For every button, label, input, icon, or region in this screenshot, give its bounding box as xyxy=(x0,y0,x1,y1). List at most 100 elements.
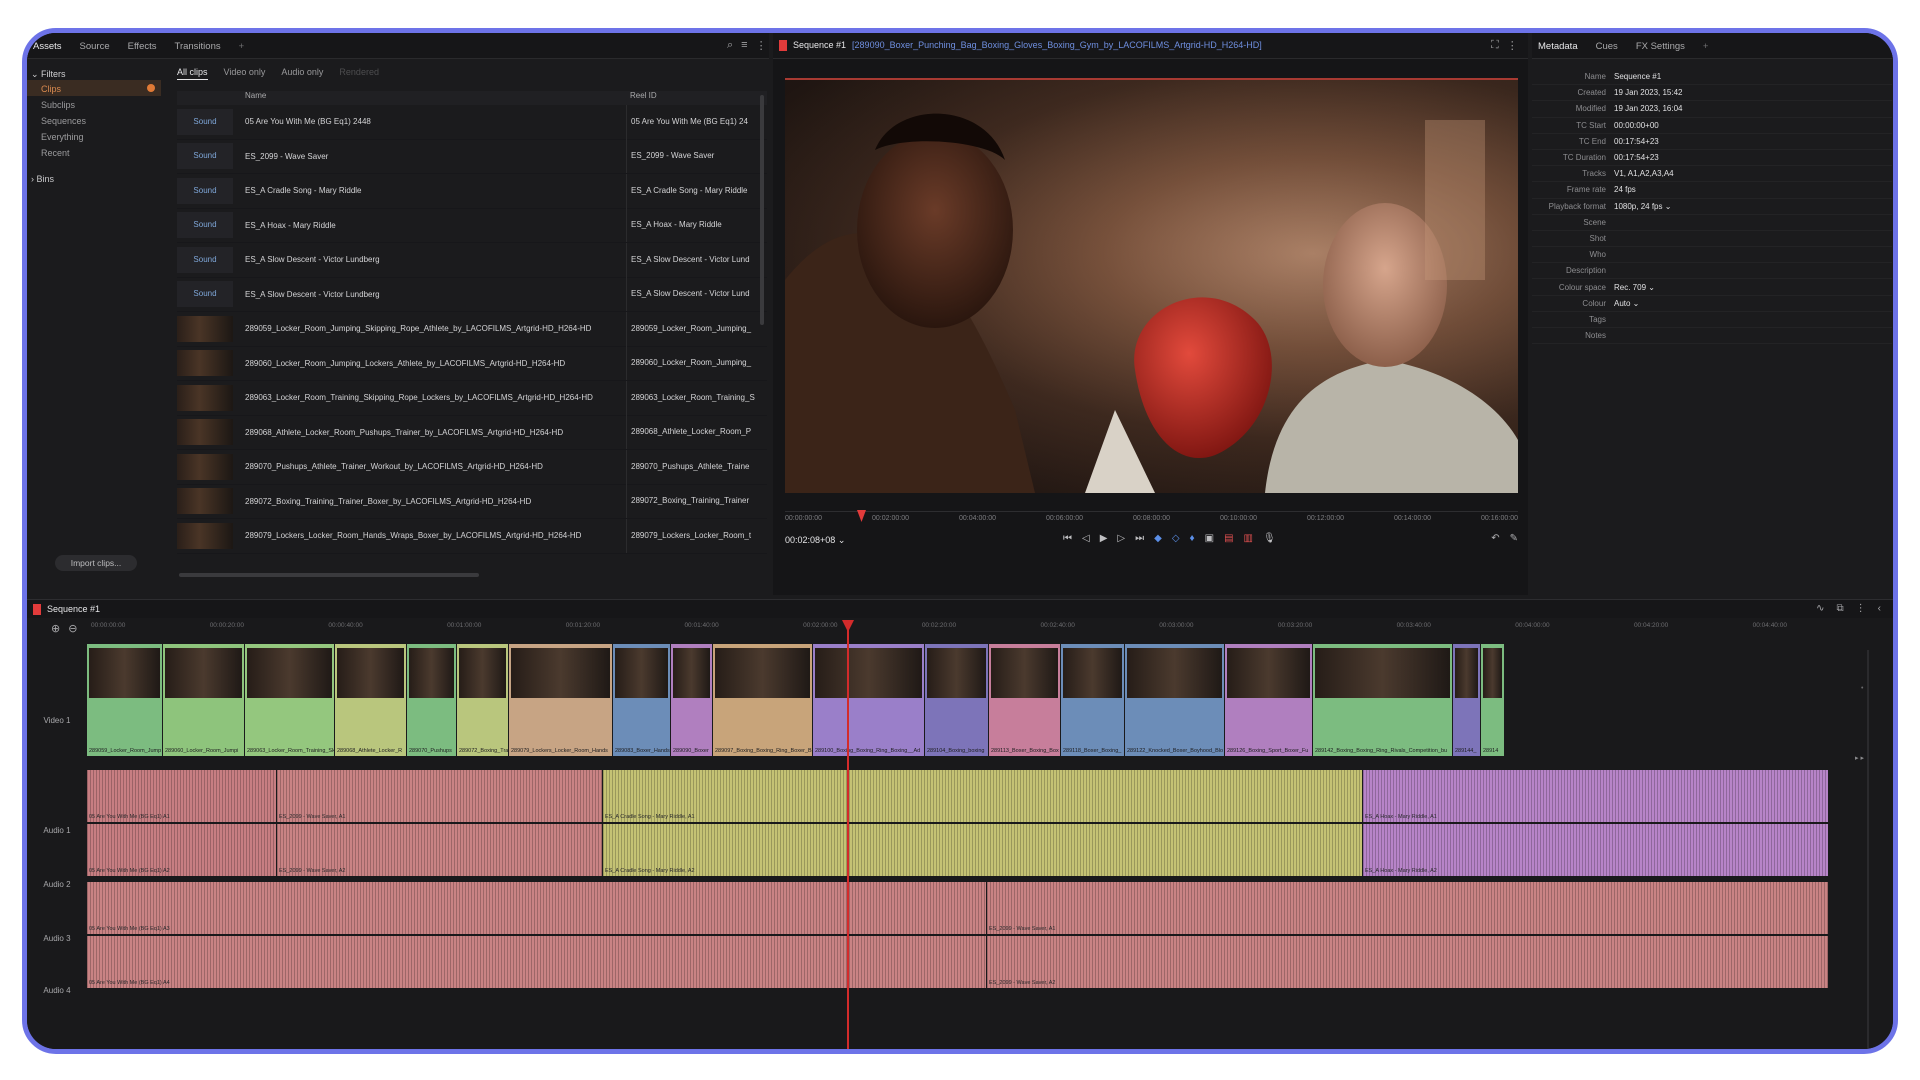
insert-icon[interactable]: ▣ xyxy=(1205,533,1214,544)
column-reel-id[interactable]: Reel ID xyxy=(626,91,767,105)
metadata-row-who[interactable]: Who xyxy=(1532,247,1892,264)
step-forward-icon[interactable]: ▷ xyxy=(1117,533,1125,544)
clip-list-hscrollbar[interactable] xyxy=(179,573,479,577)
metadata-value[interactable]: 1080p, 24 fps ⌄ xyxy=(1614,202,1892,211)
track-label-audio-3[interactable]: Audio 3 xyxy=(27,934,87,943)
video-clip[interactable]: 289126_Boxing_Sport_Boxer_Fu xyxy=(1225,644,1313,756)
import-clips-button[interactable]: Import clips... xyxy=(55,555,137,571)
metadata-row-colour-space[interactable]: Colour space Rec. 709 ⌄ xyxy=(1532,279,1892,296)
metadata-value[interactable]: 24 fps xyxy=(1614,185,1892,194)
metadata-value[interactable]: 00:00:00+00 xyxy=(1614,121,1892,130)
bins-header[interactable]: › Bins xyxy=(27,160,167,184)
go-to-end-icon[interactable]: ⏭ xyxy=(1135,533,1144,544)
list-view-icon[interactable]: ≡ xyxy=(741,39,747,52)
audio-clip[interactable]: 05 Are You With Me (BG Eq1) A2 xyxy=(87,824,277,876)
video-preview[interactable] xyxy=(785,78,1518,493)
table-row[interactable]: Sound ES_A Slow Descent - Victor Lundberg… xyxy=(177,242,767,278)
metadata-row-frame-rate[interactable]: Frame rate 24 fps xyxy=(1532,182,1892,199)
video-clip[interactable]: 289070_Pushups xyxy=(407,644,457,756)
clip-tab-all-clips[interactable]: All clips xyxy=(177,67,208,80)
more-icon[interactable]: ⋮ xyxy=(1856,603,1866,614)
metadata-row-playback-format[interactable]: Playback format 1080p, 24 fps ⌄ xyxy=(1532,199,1892,215)
meta-tab-metadata[interactable]: Metadata xyxy=(1538,41,1578,52)
metadata-value[interactable]: 00:17:54+23 xyxy=(1614,153,1892,162)
audio-clip[interactable]: ES_A Cradle Song - Mary Riddle, A1 xyxy=(603,770,1363,822)
tab-transitions[interactable]: Transitions xyxy=(175,41,221,52)
table-row[interactable]: Sound ES_A Hoax - Mary Riddle ES_A Hoax - … xyxy=(177,208,767,243)
collapse-icon[interactable]: ‹ xyxy=(1878,603,1881,614)
table-row[interactable]: 289070_Pushups_Athlete_Trainer_Workout_b… xyxy=(177,449,767,485)
copy-icon[interactable]: ⧉ xyxy=(1837,603,1844,614)
metadata-row-modified[interactable]: Modified 19 Jan 2023, 16:04 xyxy=(1532,101,1892,118)
video-clip[interactable]: 289113_Boxer_Boxing_Box xyxy=(989,644,1061,756)
metadata-row-tags[interactable]: Tags xyxy=(1532,312,1892,328)
video-clip[interactable]: 289100_Boxing_Boxing_Ring_Boxing__Ad xyxy=(813,644,925,756)
metadata-value[interactable]: Auto ⌄ xyxy=(1614,299,1892,308)
meta-tab--[interactable]: + xyxy=(1703,41,1709,52)
metadata-row-tc-end[interactable]: TC End 00:17:54+23 xyxy=(1532,134,1892,150)
filter-item-everything[interactable]: Everything xyxy=(27,128,167,144)
table-row[interactable]: 289072_Boxing_Training_Trainer_Boxer_by_… xyxy=(177,484,767,519)
table-row[interactable]: Sound ES_A Cradle Song - Mary Riddle ES_A … xyxy=(177,173,767,209)
play-icon[interactable]: ▶ xyxy=(1100,533,1108,544)
video-clip[interactable]: 289142_Boxing_Boxing_Ring_Rivals_Competi… xyxy=(1313,644,1453,756)
metadata-row-tracks[interactable]: Tracks V1, A1,A2,A3,A4 xyxy=(1532,166,1892,183)
video-clip[interactable]: 289059_Locker_Room_Jump xyxy=(87,644,163,756)
pen-icon[interactable]: ✎ xyxy=(1510,533,1518,544)
track-label-audio-2[interactable]: Audio 2 xyxy=(27,880,87,889)
table-row[interactable]: 289059_Locker_Room_Jumping_Skipping_Rope… xyxy=(177,311,767,347)
track-label-audio-4[interactable]: Audio 4 xyxy=(27,986,87,995)
table-row[interactable]: Sound 05 Are You With Me (BG Eq1) 2448 05 … xyxy=(177,104,767,140)
waveform-icon[interactable]: ∿ xyxy=(1816,603,1824,614)
metadata-value[interactable]: Rec. 709 ⌄ xyxy=(1614,283,1892,292)
video-clip[interactable]: 289122_Knocked_Boxer_Boyhood_Blo xyxy=(1125,644,1225,756)
zoom-in-icon[interactable]: ⊕ xyxy=(51,622,60,635)
metadata-row-colour[interactable]: Colour Auto ⌄ xyxy=(1532,296,1892,312)
audio-clip[interactable]: ES_A Hoax - Mary Riddle, A2 xyxy=(1363,824,1829,876)
metadata-row-notes[interactable]: Notes xyxy=(1532,328,1892,345)
marker-icon[interactable]: ♦ xyxy=(1190,533,1195,544)
metadata-row-created[interactable]: Created 19 Jan 2023, 15:42 xyxy=(1532,85,1892,102)
table-row[interactable]: 289068_Athlete_Locker_Room_Pushups_Train… xyxy=(177,415,767,450)
tab--[interactable]: + xyxy=(239,41,245,52)
metadata-row-tc-start[interactable]: TC Start 00:00:00+00 xyxy=(1532,118,1892,134)
video-clip[interactable]: 289097_Boxing_Boxing_Ring_Boxer_B xyxy=(713,644,813,756)
mark-in-icon[interactable]: ◆ xyxy=(1154,533,1162,544)
video-clip[interactable]: 289104_Boxing_boxing xyxy=(925,644,989,756)
audio-clip[interactable]: ES_2099 - Wave Saver, A2 xyxy=(987,936,1829,988)
clip-tab-video-only[interactable]: Video only xyxy=(224,67,266,80)
timeline-ruler[interactable]: 00:00:00:00 00:00:20:00 00:00:40:00 00:01:0… xyxy=(91,622,1827,638)
fullscreen-icon[interactable]: ⛶ xyxy=(1491,39,1499,52)
clip-tab-audio-only[interactable]: Audio only xyxy=(281,67,323,80)
metadata-value[interactable]: 19 Jan 2023, 15:42 xyxy=(1614,88,1892,97)
video-clip[interactable]: 289063_Locker_Room_Training_Sk xyxy=(245,644,335,756)
filter-item-subclips[interactable]: Subclips xyxy=(27,96,167,112)
metadata-row-tc-duration[interactable]: TC Duration 00:17:54+23 xyxy=(1532,150,1892,167)
more-icon[interactable]: ⋮ xyxy=(1507,39,1518,52)
metadata-value[interactable]: V1, A1,A2,A3,A4 xyxy=(1614,169,1892,178)
metadata-value[interactable]: Sequence #1 xyxy=(1614,72,1892,81)
video-clip[interactable]: 289068_Athlete_Locker_R xyxy=(335,644,407,756)
audio-clip[interactable]: ES_2099 - Wave Saver, A1 xyxy=(987,882,1829,934)
video-clip[interactable]: 28914 xyxy=(1481,644,1505,756)
audio-clip[interactable]: 05 Are You With Me (BG Eq1) A1 xyxy=(87,770,277,822)
filters-header[interactable]: ⌄ Filters xyxy=(27,61,167,80)
search-icon[interactable]: ⌕ xyxy=(727,39,733,52)
timeline-playhead[interactable] xyxy=(847,622,849,1049)
audio-clip[interactable]: ES_A Hoax - Mary Riddle, A1 xyxy=(1363,770,1829,822)
metadata-row-description[interactable]: Description xyxy=(1532,263,1892,280)
clip-list-scrollbar[interactable] xyxy=(760,95,764,325)
video-clip[interactable]: 289079_Lockers_Locker_Room_Hands xyxy=(509,644,613,756)
tab-source[interactable]: Source xyxy=(80,41,110,52)
filter-item-recent[interactable]: Recent xyxy=(27,144,167,160)
viewer-ruler[interactable]: 00:00:00:00 00:02:00:00 00:04:00:00 00:06:0… xyxy=(785,511,1518,525)
video-clip[interactable]: 289072_Boxing_Tra xyxy=(457,644,509,756)
video-clip[interactable]: 289083_Boxer_Hands xyxy=(613,644,671,756)
audio-clip[interactable]: ES_2099 - Wave Saver, A1 xyxy=(277,770,603,822)
video-clip[interactable]: 289144_ xyxy=(1453,644,1481,756)
overwrite-icon[interactable]: ▤ xyxy=(1224,533,1233,544)
audio-clip[interactable]: ES_A Cradle Song - Mary Riddle, A2 xyxy=(603,824,1363,876)
audio-clip[interactable]: 05 Are You With Me (BG Eq1) A3 xyxy=(87,882,987,934)
audio-clip[interactable]: 05 Are You With Me (BG Eq1) A4 xyxy=(87,936,987,988)
more-icon[interactable]: ⋮ xyxy=(756,39,767,52)
